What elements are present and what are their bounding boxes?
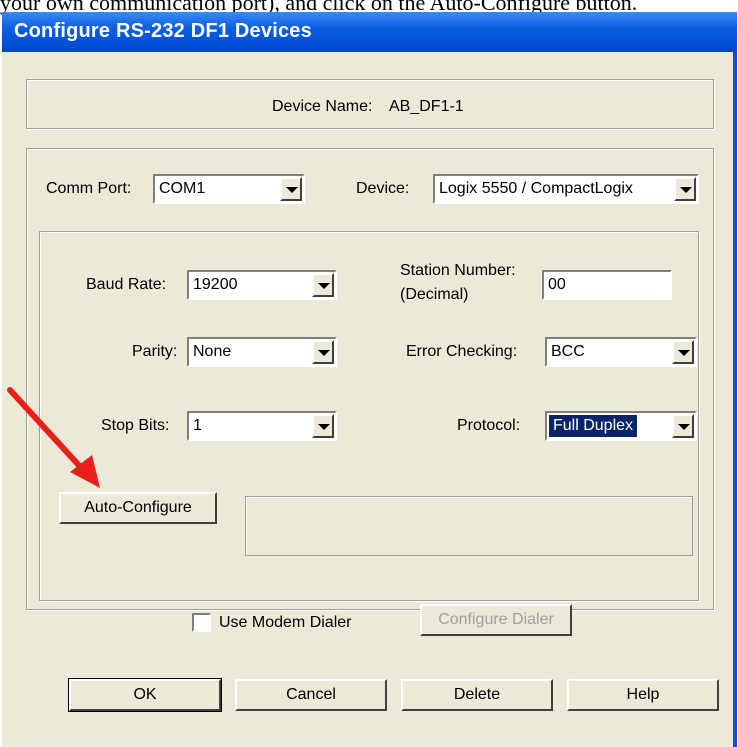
cancel-button[interactable]: Cancel: [235, 679, 387, 711]
configure-dialer-button[interactable]: Configure Dialer: [420, 604, 572, 636]
dropdown-arrow-icon[interactable]: [674, 177, 696, 201]
dialog-title: Configure RS-232 DF1 Devices: [14, 20, 312, 42]
protocol-select[interactable]: Full Duplex: [545, 411, 697, 441]
dropdown-arrow-icon[interactable]: [672, 414, 694, 438]
dropdown-arrow-icon[interactable]: [672, 340, 694, 364]
help-button[interactable]: Help: [567, 679, 719, 711]
baud-rate-select[interactable]: 19200: [187, 270, 337, 300]
annotation-arrow-icon: [7, 387, 100, 488]
delete-button[interactable]: Delete: [401, 679, 553, 711]
auto-configure-status-box: [245, 496, 693, 556]
baud-rate-label: Baud Rate:: [86, 276, 167, 293]
ok-button[interactable]: OK: [68, 678, 222, 712]
stop-bits-select[interactable]: 1: [187, 411, 337, 441]
window-border: [733, 52, 737, 747]
device-name-value: AB_DF1-1: [389, 98, 464, 115]
station-number-sublabel: (Decimal): [400, 286, 469, 303]
dropdown-arrow-icon[interactable]: [312, 340, 334, 364]
parity-select[interactable]: None: [187, 337, 337, 367]
parity-label: Parity:: [132, 343, 178, 360]
checkbox-icon[interactable]: [192, 613, 211, 632]
comm-port-select[interactable]: COM1: [153, 174, 305, 204]
title-bar[interactable]: Configure RS-232 DF1 Devices: [2, 12, 737, 52]
device-label: Device:: [356, 180, 410, 197]
dropdown-arrow-icon[interactable]: [312, 273, 334, 297]
dropdown-arrow-icon[interactable]: [312, 414, 334, 438]
device-select[interactable]: Logix 5550 / CompactLogix: [433, 174, 699, 204]
use-modem-dialer-label[interactable]: Use Modem Dialer: [219, 614, 351, 632]
protocol-label: Protocol:: [457, 417, 521, 434]
station-number-label: Station Number:: [400, 262, 516, 279]
error-checking-select[interactable]: BCC: [545, 337, 697, 367]
comm-port-label: Comm Port:: [46, 180, 132, 197]
station-number-input[interactable]: 00: [542, 270, 672, 300]
device-name-label: Device Name:: [272, 98, 373, 115]
error-checking-label: Error Checking:: [406, 343, 518, 360]
dropdown-arrow-icon[interactable]: [280, 177, 302, 201]
